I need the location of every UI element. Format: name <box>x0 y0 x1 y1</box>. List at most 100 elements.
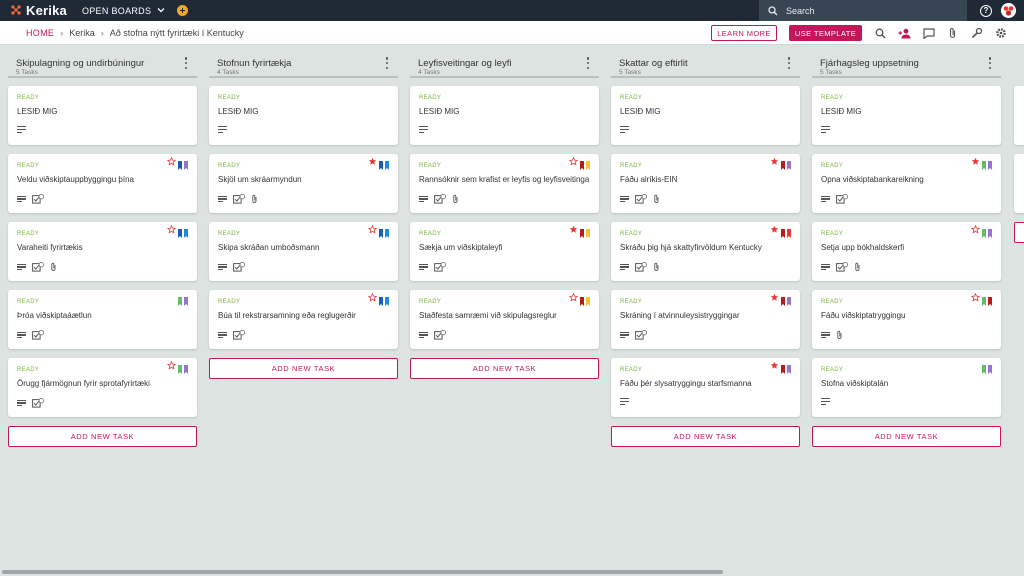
star-filled-icon[interactable] <box>770 361 779 370</box>
star-outline-icon[interactable] <box>368 225 377 234</box>
task-card[interactable]: READY LESIÐ MIG <box>410 86 599 145</box>
tag-ribbon-icon[interactable] <box>586 157 590 170</box>
star-filled-icon[interactable] <box>368 157 377 166</box>
add-new-task-button[interactable]: ADD NEW TASK <box>8 426 197 447</box>
add-new-task-button[interactable]: ADD NEW TASK <box>611 426 800 447</box>
task-card[interactable]: READY Fáðu þér slysatryggingu starfsmanna <box>611 358 800 417</box>
more-vertical-icon[interactable] <box>183 57 189 69</box>
tag-ribbon-icon[interactable] <box>787 361 791 374</box>
partial-add-task-button[interactable] <box>1014 222 1024 243</box>
tag-ribbon-icon[interactable] <box>379 157 383 170</box>
tag-ribbon-icon[interactable] <box>385 157 389 170</box>
task-card[interactable]: READY Rannsóknir sem krafist er leyfis og… <box>410 154 599 213</box>
horizontal-scrollbar[interactable] <box>0 568 1024 576</box>
tag-ribbon-icon[interactable] <box>781 361 785 374</box>
tag-ribbon-icon[interactable] <box>586 225 590 238</box>
chat-icon[interactable] <box>922 27 935 40</box>
use-template-button[interactable]: USE TEMPLATE <box>789 25 862 41</box>
star-filled-icon[interactable] <box>770 225 779 234</box>
tag-ribbon-icon[interactable] <box>178 157 182 170</box>
add-person-icon[interactable] <box>898 27 911 40</box>
tag-ribbon-icon[interactable] <box>580 225 584 238</box>
task-card[interactable]: READY Fáðu viðskiptatryggingu <box>812 290 1001 349</box>
breadcrumb-kerika[interactable]: Kerika <box>69 28 95 38</box>
star-filled-icon[interactable] <box>971 157 980 166</box>
task-card[interactable]: READY LESIÐ MIG <box>611 86 800 145</box>
column-header[interactable]: Leyfisveitingar og leyfi 4 Tasks <box>410 46 599 78</box>
star-filled-icon[interactable] <box>770 293 779 302</box>
tag-ribbon-icon[interactable] <box>988 225 992 238</box>
tag-ribbon-icon[interactable] <box>787 225 791 238</box>
task-card[interactable]: READY Veldu viðskiptauppbyggingu þína <box>8 154 197 213</box>
task-card[interactable]: READY Skráning í atvinnuleysistryggingar <box>611 290 800 349</box>
tag-ribbon-icon[interactable] <box>184 157 188 170</box>
task-card[interactable]: READY Skjöl um skráarmyndun <box>209 154 398 213</box>
task-card[interactable]: READY Opna viðskiptabankareikning <box>812 154 1001 213</box>
partial-card[interactable] <box>1014 154 1024 213</box>
tag-ribbon-icon[interactable] <box>379 225 383 238</box>
star-outline-icon[interactable] <box>971 225 980 234</box>
task-card[interactable]: READY Sækja um viðskiptaleyfi <box>410 222 599 281</box>
task-card[interactable]: READY Búa til rekstrarsamning eða regluge… <box>209 290 398 349</box>
star-outline-icon[interactable] <box>569 157 578 166</box>
avatar[interactable] <box>1001 3 1016 18</box>
more-vertical-icon[interactable] <box>585 57 591 69</box>
tag-ribbon-icon[interactable] <box>580 293 584 306</box>
star-filled-icon[interactable] <box>569 225 578 234</box>
tag-ribbon-icon[interactable] <box>982 157 986 170</box>
task-card[interactable]: READY LESIÐ MIG <box>209 86 398 145</box>
learn-more-button[interactable]: LEARN MORE <box>711 25 777 41</box>
task-card[interactable]: READY Varaheiti fyrirtækis <box>8 222 197 281</box>
tag-ribbon-icon[interactable] <box>781 293 785 306</box>
star-outline-icon[interactable] <box>167 225 176 234</box>
notification-badge-icon[interactable] <box>177 5 189 16</box>
tag-ribbon-icon[interactable] <box>988 293 992 306</box>
tag-ribbon-icon[interactable] <box>385 225 389 238</box>
tag-ribbon-icon[interactable] <box>586 293 590 306</box>
tag-ribbon-icon[interactable] <box>781 157 785 170</box>
kerika-logo[interactable]: Kerika <box>10 0 67 21</box>
tag-ribbon-icon[interactable] <box>988 157 992 170</box>
column-header[interactable]: Skipulagning og undirbúningur 5 Tasks <box>8 46 197 78</box>
tag-ribbon-icon[interactable] <box>385 293 389 306</box>
add-new-task-button[interactable]: ADD NEW TASK <box>812 426 1001 447</box>
tag-ribbon-icon[interactable] <box>982 293 986 306</box>
open-boards-menu[interactable]: OPEN BOARDS <box>82 6 165 16</box>
star-outline-icon[interactable] <box>368 293 377 302</box>
tag-ribbon-icon[interactable] <box>982 361 986 374</box>
star-outline-icon[interactable] <box>167 361 176 370</box>
tag-ribbon-icon[interactable] <box>379 293 383 306</box>
task-card[interactable]: READY Örugg fjármögnun fyrir sprotafyrirt… <box>8 358 197 417</box>
tag-ribbon-icon[interactable] <box>178 225 182 238</box>
add-new-task-button[interactable]: ADD NEW TASK <box>410 358 599 379</box>
tag-ribbon-icon[interactable] <box>982 225 986 238</box>
more-vertical-icon[interactable] <box>384 57 390 69</box>
column-header[interactable]: Skattar og eftirlit 5 Tasks <box>611 46 800 78</box>
task-card[interactable]: READY Stofna viðskiptalán <box>812 358 1001 417</box>
star-outline-icon[interactable] <box>167 157 176 166</box>
column-header[interactable]: Fjárhagsleg uppsetning 5 Tasks <box>812 46 1001 78</box>
wrench-icon[interactable] <box>970 27 983 40</box>
task-card[interactable]: READY Fáðu alríkis-EIN <box>611 154 800 213</box>
partial-card[interactable] <box>1014 86 1024 145</box>
star-outline-icon[interactable] <box>569 293 578 302</box>
tag-ribbon-icon[interactable] <box>184 361 188 374</box>
task-card[interactable]: READY LESIÐ MIG <box>8 86 197 145</box>
tag-ribbon-icon[interactable] <box>988 361 992 374</box>
column-header[interactable]: Stofnun fyrirtækja 4 Tasks <box>209 46 398 78</box>
tag-ribbon-icon[interactable] <box>184 293 188 306</box>
tag-ribbon-icon[interactable] <box>787 293 791 306</box>
tag-ribbon-icon[interactable] <box>781 225 785 238</box>
star-filled-icon[interactable] <box>770 157 779 166</box>
tag-ribbon-icon[interactable] <box>184 225 188 238</box>
search-icon[interactable] <box>874 27 887 40</box>
task-card[interactable]: READY Staðfesta samræmi við skipulagsregl… <box>410 290 599 349</box>
scrollbar-thumb[interactable] <box>2 570 723 574</box>
help-icon[interactable]: ? <box>980 4 992 17</box>
search-box[interactable]: Search <box>759 0 967 21</box>
task-card[interactable]: READY Skipa skráðan umboðsmann <box>209 222 398 281</box>
tag-ribbon-icon[interactable] <box>580 157 584 170</box>
tag-ribbon-icon[interactable] <box>178 293 182 306</box>
more-vertical-icon[interactable] <box>987 57 993 69</box>
attachment-icon[interactable] <box>946 27 959 40</box>
